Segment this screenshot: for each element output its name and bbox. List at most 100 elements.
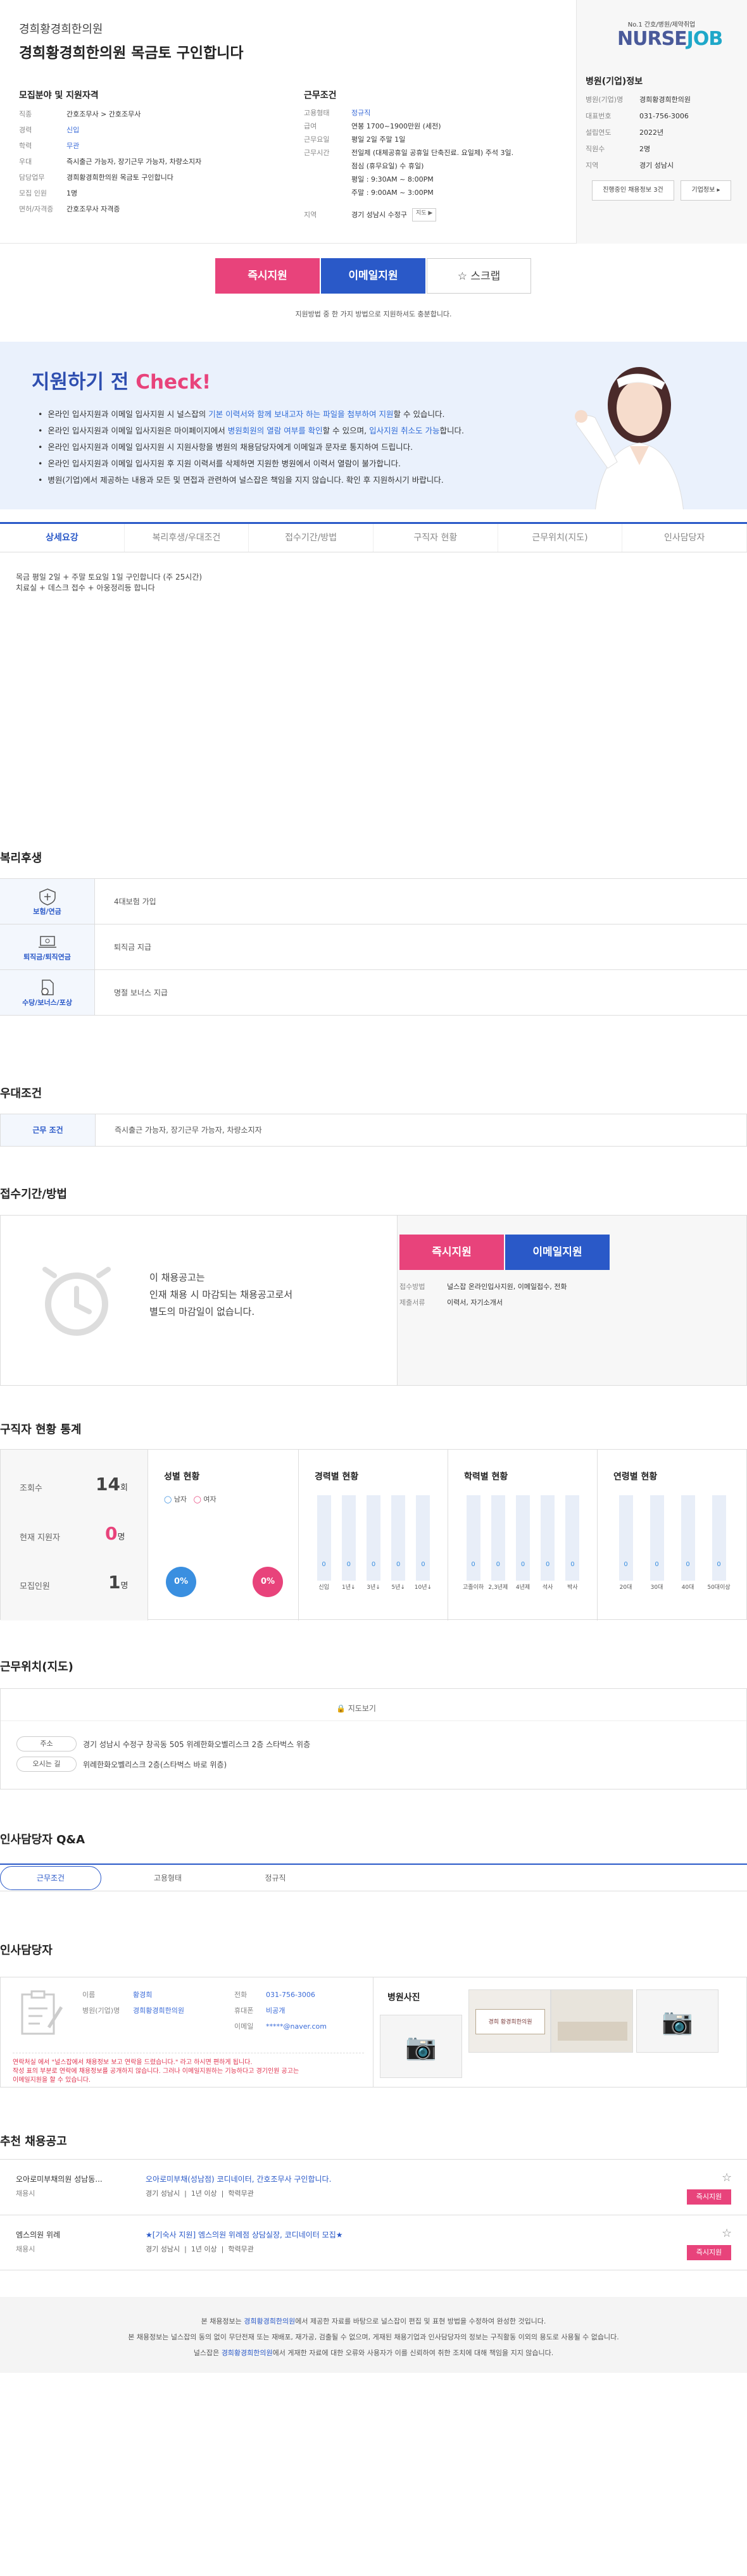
location-heading: 근무위치(지도) [0, 1660, 73, 1674]
preferred-table: 근무 조건 즉시출근 가능자, 장기근무 가능자, 차량소지자 [0, 1114, 747, 1147]
cond-value: 평일 2일 주말 1일 [351, 135, 406, 144]
recruit-table: 직종 간호조무사 > 간호조무사 경력 신입 학력 무관 우대 즉시출근 가능자, 장기… [19, 106, 201, 217]
document-pen-icon [21, 1990, 63, 2035]
apply-note: 지원방법 중 한 가지 방법으로 지원하셔도 충분합니다. [295, 310, 452, 318]
tab-benefits[interactable]: 복리후생/우대조건 [125, 524, 249, 552]
recruit-value: 간호조무사 자격증 [66, 205, 120, 213]
company-info-button[interactable]: 기업정보 ▸ [681, 180, 731, 201]
check-title-a: 지원하기 전 [32, 371, 129, 394]
rec-apply-button[interactable]: 즉시지원 [687, 2245, 731, 2260]
hospital-name[interactable]: 경희황경희한의원 [19, 20, 103, 37]
tab-apply-period[interactable]: 접수기간/방법 [249, 524, 374, 552]
company-value: 031-756-3006 [639, 112, 689, 120]
map-button[interactable]: 지도 ▶ [411, 208, 437, 221]
tab-detail[interactable]: 상세요강 [0, 524, 125, 552]
career-stats: 경력별 현황 0 신입 0 1년↓ 0 3년↓ 0 5년↓ 0 10년↓ [299, 1450, 448, 1621]
stat-bar-label: 석사 [542, 1584, 553, 1591]
qa-tab-permanent[interactable]: 정규직 [222, 1866, 329, 1890]
stat-bar-label: 50대이상 [707, 1584, 731, 1591]
cond-value: 점심 (휴무요일) 수 휴일) [351, 162, 424, 170]
address-label: 주소 [16, 1736, 77, 1752]
star-icon[interactable]: ☆ [722, 2171, 732, 2184]
company-table: 병원(기업)명 경희황경희한의원 대표번호 031-756-3006 설립연도 202… [586, 92, 691, 174]
job-title: 경희황경희한의원 목금토 구인합니다 [19, 45, 244, 61]
education-stats: 학력별 현황 0 고졸이하 0 2,3년제 0 4년제 0 석사 0 박사 [448, 1450, 598, 1621]
nursejob-logo[interactable]: No.1 간호/병원/제약취업 NURSEJOB [617, 19, 723, 50]
rec-meta: 경기 성남시 | 1년 이상 | 학력무관 [146, 2189, 254, 2198]
apply-method-table: 접수방법 널스잡 온라인입사지원, 이메일접수, 전화 제출서류 이력서, 자기소개… [399, 1283, 567, 1307]
views-count: 14회 [96, 1474, 128, 1495]
cond-value: 평일 : 9:30AM ~ 8:00PM [351, 175, 434, 184]
rec-apply-button[interactable]: 즉시지원 [687, 2189, 731, 2205]
qa-tab-employment-type[interactable]: 고용형태 [114, 1866, 222, 1890]
scrap-label: 스크랩 [470, 270, 501, 283]
instant-apply-button[interactable]: 즉시지원 [215, 258, 320, 294]
lock-icon: 🔒 [336, 1704, 348, 1713]
tab-location[interactable]: 근무위치(지도) [498, 524, 623, 552]
company-jobs-button[interactable]: 진행중인 채용정보 3건 [592, 180, 674, 201]
route-label: 오시는 길 [16, 1757, 77, 1772]
stat-bar: 0 [712, 1495, 726, 1581]
recruit-key: 학력 [19, 142, 32, 150]
preferred-value: 즉시출근 가능자, 장기근무 가능자, 차량소지자 [115, 1126, 262, 1135]
location-box: 🔒 지도보기 주소 경기 성남시 수정구 창곡동 505 위례한화오벨리스크 2… [0, 1688, 747, 1789]
rec-company[interactable]: 엠스의원 위례 [16, 2229, 60, 2240]
stat-bar-value: 0 [471, 1561, 475, 1568]
tab-applicant-stats[interactable]: 구직자 현황 [374, 524, 498, 552]
conditions-table: 고용형태 정규직 급여 연봉 1700~1900만원 (세전) 근무요일 평일 2일 … [304, 106, 513, 221]
company-value: 경기 성남시 [639, 161, 674, 170]
stat-bar: 0 [681, 1495, 695, 1581]
benefits-table: 보험/연금 4대보험 가입 퇴직금/퇴직연금 퇴직금 지급 수당/보너스/포상 … [0, 878, 747, 1016]
company-value: 2명 [639, 145, 651, 153]
rec-title[interactable]: ★[기숙사 지원] 엠스의원 위례점 상담실장, 코디네이터 모집★ [146, 2229, 343, 2240]
camera-icon: 📷 [405, 2032, 437, 2062]
email-apply-button[interactable]: 이메일지원 [321, 258, 425, 294]
recruit-value: 1명 [66, 189, 78, 197]
rec-title[interactable]: 오아로미부채(성남점) 코디네이터, 간호조무사 구인합니다. [146, 2174, 331, 2184]
stat-bar-label: 고졸이하 [463, 1584, 484, 1591]
job-header-main: 경희황경희한의원 경희황경희한의원 목금토 구인합니다 모집분야 및 지원자격 … [0, 0, 576, 244]
recruit-value: 간호조무사 > 간호조무사 [66, 110, 141, 118]
instant-apply-button-2[interactable]: 즉시지원 [399, 1235, 504, 1270]
company-key: 직원수 [586, 145, 605, 153]
rec-company[interactable]: 오아로미부채의원 성남동... [16, 2174, 103, 2184]
recruit-value: 경희황경희한의원 목금토 구인합니다 [66, 173, 173, 182]
stat-bar: 0 [341, 1495, 356, 1581]
benefits-heading: 복리후생 [0, 852, 42, 865]
gender-stats: 성별 현황 ◯ 남자 ◯ 여자 0% 0% [148, 1450, 299, 1621]
stat-bar-value: 0 [322, 1561, 326, 1568]
divider [1, 1720, 746, 1721]
apply-period-box: 이 채용공고는 인재 채용 시 마감되는 채용공고로서 별도의 마감일이 없습니… [0, 1215, 747, 1386]
stat-bar: 0 [416, 1495, 430, 1581]
cond-key [304, 159, 351, 173]
stat-bar-value: 0 [546, 1561, 550, 1568]
clinic-signboard-photo[interactable]: 경희 황경희한의원 [468, 1989, 551, 2053]
photo-title: 병원사진 [387, 1993, 420, 2003]
age-stats: 연령별 현황 0 20대 0 30대 0 40대 0 50대이상 [613, 1472, 731, 1591]
route-value: 위례한화오벨리스크 2층(스타벅스 바로 위층) [83, 1760, 227, 1769]
recommend-item[interactable]: 엠스의원 위례 채용시 ★[기숙사 지원] 엠스의원 위례점 상담실장, 코디네… [0, 2215, 747, 2270]
photo-placeholder[interactable]: 📷 [380, 2015, 462, 2078]
recommend-item[interactable]: 오아로미부채의원 성남동... 채용시 오아로미부채(성남점) 코디네이터, 간… [0, 2159, 747, 2215]
clinic-interior-photo[interactable] [551, 1989, 633, 2053]
star-icon: ☆ [457, 270, 471, 283]
qa-tab-work-conditions[interactable]: 근무조건 [0, 1866, 101, 1890]
detail-tabs: 상세요강 복리후생/우대조건 접수기간/방법 구직자 현황 근무위치(지도) 인… [0, 522, 747, 552]
female-percent: 0% [253, 1567, 283, 1597]
scrap-button[interactable]: ☆ 스크랩 [427, 258, 531, 294]
stat-bar: 0 [565, 1495, 580, 1581]
map-view-button[interactable]: 🔒 지도보기 [336, 1703, 376, 1714]
preferred-key: 근무 조건 [1, 1114, 96, 1146]
stat-bar: 0 [317, 1495, 331, 1581]
hr-contact-left: 이름 황경희 병원(기업)명 경희황경희한의원 [82, 1991, 184, 2015]
photo-placeholder-2[interactable]: 📷 [636, 1989, 719, 2053]
tab-hr-manager[interactable]: 인사담당자 [622, 524, 747, 552]
company-key: 지역 [586, 161, 599, 170]
email-apply-button-2[interactable]: 이메일지원 [505, 1235, 610, 1270]
check-item: 병원(기업)에서 제공하는 내용과 모든 및 면접과 관련하여 널스잡은 책임을… [38, 472, 464, 488]
recruit-value: 즉시출근 가능자, 장기근무 가능자, 차량소지자 [66, 158, 202, 166]
star-icon[interactable]: ☆ [722, 2227, 732, 2240]
detail-line: 목금 평일 2일 + 주말 토요일 1일 구인합니다 (주 25시간) [16, 573, 203, 582]
stat-bar-label: 40대 [681, 1584, 694, 1591]
cond-value: 주말 : 9:00AM ~ 3:00PM [351, 189, 434, 197]
